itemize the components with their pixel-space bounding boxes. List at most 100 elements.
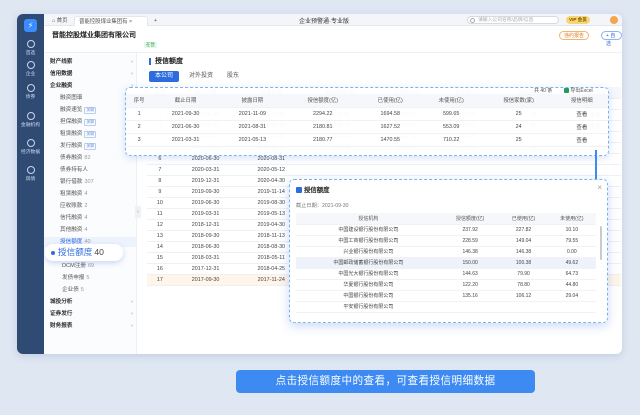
table-cell: 2021-11-09	[218, 107, 286, 121]
vip-badge[interactable]: VIP 会员	[566, 16, 590, 24]
sidebar-item[interactable]: 发债申报 5	[44, 273, 136, 283]
sidebar-item[interactable]: 租赁融资 关联	[44, 129, 136, 139]
column-header: 授信额度(亿)	[285, 94, 360, 108]
table-cell: 2018-03-31	[172, 252, 239, 264]
sidebar-item-count: 307	[84, 179, 94, 185]
tab-external-investment[interactable]: 对外投资	[183, 71, 219, 82]
rail-icon	[26, 139, 35, 147]
view-detail-link[interactable]: 查看	[555, 133, 608, 147]
dialog-scrollbar[interactable]	[600, 226, 602, 260]
tab-company[interactable]: 晋能控股煤业集团有 ×	[74, 16, 148, 26]
rail-item-1[interactable]: 企业	[17, 61, 44, 77]
column-header: 序号	[126, 94, 153, 108]
sidebar-item-count: 4	[84, 215, 88, 221]
sidebar-item[interactable]: 银行借款 307	[44, 177, 136, 187]
sidebar-item-count: 82	[84, 155, 91, 161]
table-cell: 7	[147, 164, 173, 176]
sidebar-item[interactable]: 信用数据 ›	[44, 69, 136, 79]
rail-item-5[interactable]: 舆情	[17, 166, 44, 182]
sidebar-item[interactable]: 财产线索 ›	[44, 57, 136, 67]
sidebar-item[interactable]: 财务报表 ›	[44, 321, 136, 331]
report-button[interactable]: 违约报告	[559, 31, 590, 40]
table-cell	[496, 164, 570, 176]
table-cell: 64.73	[547, 268, 596, 280]
table-cell: 2019-09-30	[172, 186, 239, 198]
sidebar-item[interactable]: 担保融资 关联	[44, 117, 136, 127]
sidebar-item[interactable]: 企业债 5	[44, 285, 136, 295]
table-cell: 中国建设银行股份有限公司	[296, 224, 441, 236]
total-count: 共 40 条	[534, 88, 553, 94]
avatar[interactable]	[610, 16, 618, 24]
sidebar-item-count: 5	[86, 275, 90, 281]
column-header[interactable]: 未使用(亿)	[547, 213, 596, 225]
dialog-close-icon[interactable]: ×	[597, 183, 602, 192]
sidebar-item[interactable]: 证券发行 ›	[44, 309, 136, 319]
rail-label: 经济数据	[20, 150, 41, 155]
table-cell: 2021-06-30	[152, 120, 219, 134]
column-header[interactable]: 已使用(亿)	[499, 213, 548, 225]
sidebar-item-label: 租赁融资	[60, 131, 83, 137]
table-cell: 2021-03-31	[152, 133, 219, 147]
rail-item-0[interactable]: 首选	[17, 40, 44, 56]
rail-item-3[interactable]: 金融机构	[17, 112, 44, 128]
table-cell	[304, 164, 377, 176]
related-tag: 关联	[84, 131, 97, 138]
rail-label: 首选	[25, 51, 36, 56]
sidebar-item[interactable]: 企业融资 ›	[44, 81, 136, 91]
credit-detail-dialog: 授信额度 × 截止日期：2021-09-30 授信机构 授信额度(亿) 已使用(亿)…	[289, 179, 608, 323]
column-header[interactable]: 授信机构	[296, 213, 441, 225]
view-detail-link[interactable]: 查看	[555, 107, 608, 121]
sidebar-item-label: 发债申报	[62, 275, 85, 281]
table-cell: 2021-08-31	[218, 120, 286, 134]
chevron-icon: ›	[131, 299, 133, 305]
sidebar-item[interactable]: 城投分析 ›	[44, 297, 136, 307]
rail-item-4[interactable]: 经济数据	[17, 139, 44, 155]
sidebar-item[interactable]: 发行融资 关联	[44, 141, 136, 151]
chevron-icon: ›	[131, 71, 133, 77]
table-cell: 兴业银行股份有限公司	[296, 246, 441, 258]
export-excel-button[interactable]: 导出Excel	[564, 87, 593, 94]
rail-label: 舆情	[25, 177, 36, 182]
table-cell: 122.20	[440, 279, 500, 291]
table-cell: 华夏银行股份有限公司	[296, 279, 441, 291]
sidebar-item[interactable]: 其他融资 4	[44, 225, 136, 235]
app-logo[interactable]: ⚡	[24, 19, 37, 32]
table-header-row: 序号截止日期披露日期授信额度(亿)已使用(亿)未使用(亿)授信家数(家)授信明细	[126, 94, 608, 108]
tab-own-company[interactable]: 本公司	[149, 71, 180, 82]
sidebar-item[interactable]: 租赁融资 4	[44, 189, 136, 199]
table-cell: 17	[147, 274, 173, 286]
sidebar-item[interactable]: 融资速览 关联	[44, 105, 136, 115]
company-header: 晋能控股煤业集团有限公司 在营 违约报告 + 自选	[44, 26, 622, 53]
table-cell: 2018-09-30	[172, 230, 239, 242]
table-cell: 44.80	[547, 279, 596, 291]
sidebar-item[interactable]: 应收账款 2	[44, 201, 136, 211]
credit-line-chip: 授信额度 40	[45, 244, 123, 261]
sidebar-item-label: 应收账款	[60, 203, 83, 209]
table-row: 12021-09-302021-11-092294.221694.58599.6…	[126, 107, 608, 121]
sidebar-item-label: 企业债	[62, 287, 79, 293]
sidebar-item[interactable]: 融资图谱	[44, 93, 136, 103]
tab-home[interactable]: ⌂ 首页	[48, 16, 72, 26]
new-tab-button[interactable]: +	[150, 16, 161, 26]
sidebar-item[interactable]: 债券持有人	[44, 165, 136, 175]
sidebar-item[interactable]: DCM注册 69	[44, 261, 136, 271]
table-cell: 3	[126, 133, 153, 147]
sidebar-item[interactable]: 信托融资 4	[44, 213, 136, 223]
table-header-row: 授信机构 授信额度(亿) 已使用(亿) 未使用(亿)	[296, 213, 596, 225]
tab-shareholders[interactable]: 股东	[221, 71, 245, 82]
rail-item-2[interactable]: 债券	[17, 84, 44, 100]
table-cell: 2018-06-30	[172, 241, 239, 253]
sidebar-item-label: 证券发行	[50, 311, 73, 317]
chip-dot	[51, 251, 55, 255]
table-cell: 29.04	[547, 290, 596, 302]
search-input[interactable]: 请输入公司名称/品牌/信息	[467, 16, 559, 24]
table-cell: 11	[147, 208, 173, 220]
add-watch-button[interactable]: + 自选	[601, 31, 622, 47]
table-cell: 237.92	[440, 224, 500, 236]
sidebar-item[interactable]: 债券融资 82	[44, 153, 136, 163]
column-header[interactable]: 授信额度(亿)	[440, 213, 500, 225]
table-cell: 10.10	[547, 224, 596, 236]
view-detail-link[interactable]: 查看	[555, 120, 608, 134]
rail-label: 金融机构	[20, 123, 41, 128]
table-cell: 150.00	[440, 257, 500, 269]
